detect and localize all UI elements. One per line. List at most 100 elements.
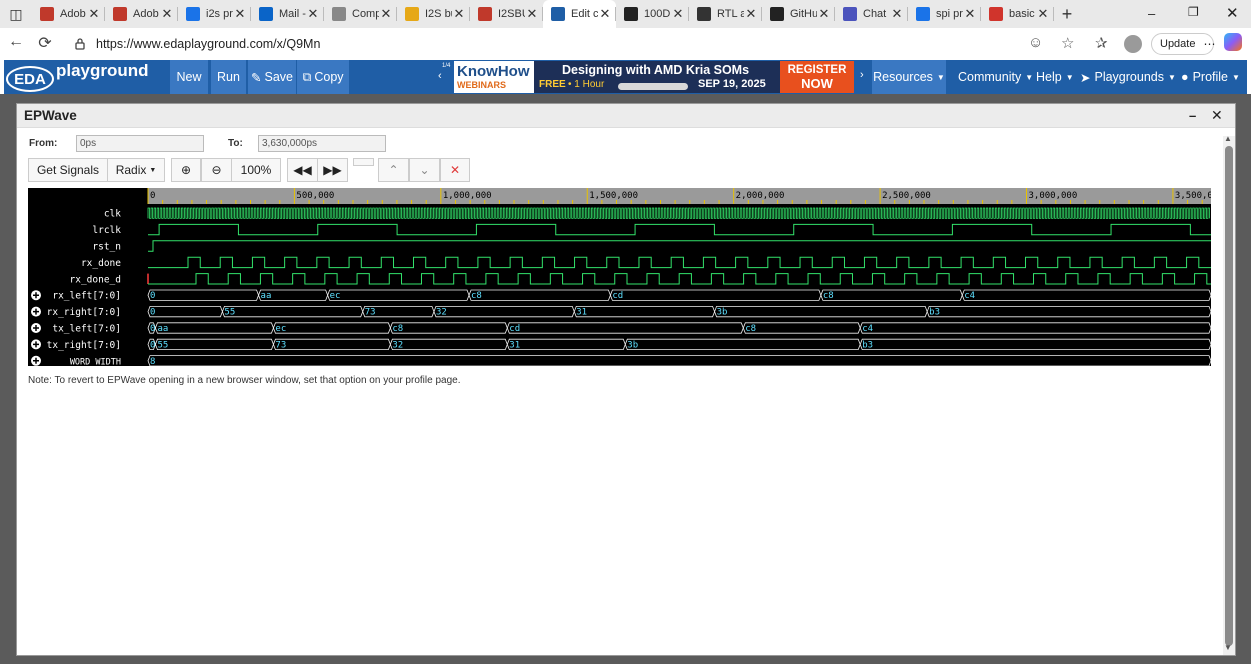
expand-plus-icon[interactable]: [31, 355, 41, 366]
signal-name[interactable]: rx_right[7:0]: [47, 307, 121, 318]
bus-value: 32: [392, 340, 403, 350]
browser-tab[interactable]: basic ✕: [981, 0, 1054, 28]
browser-tab[interactable]: Adob ✕: [105, 0, 178, 28]
tab-close-icon[interactable]: ✕: [306, 6, 320, 22]
favorite-star-icon[interactable]: ☆: [1061, 34, 1074, 52]
reload-icon[interactable]: ⟳: [30, 33, 60, 53]
vertical-scrollbar[interactable]: ▲ ▼: [1223, 134, 1235, 655]
signal-row[interactable]: clk: [104, 207, 1210, 220]
radix-dropdown[interactable]: Radix ▼: [107, 158, 165, 182]
prev-edge-button[interactable]: ⌃: [378, 158, 409, 182]
minimize-window-button[interactable]: –: [1148, 6, 1155, 21]
zoom-in-button[interactable]: ⊕: [171, 158, 201, 182]
browser-tab[interactable]: Adob ✕: [32, 0, 105, 28]
signal-name[interactable]: WORD_WIDTH: [70, 357, 121, 366]
expand-plus-icon[interactable]: [31, 290, 41, 301]
browser-tab[interactable]: I2SBU✕: [470, 0, 543, 28]
browser-tab[interactable]: Chat ✕: [835, 0, 908, 28]
scroll-up-icon[interactable]: ▲: [1224, 134, 1232, 143]
profile-menu[interactable]: ● Profile ▼: [1181, 60, 1240, 94]
expand-plus-icon[interactable]: [31, 339, 41, 350]
banner-next-icon[interactable]: ›: [860, 69, 864, 81]
jump-end-button[interactable]: ▶▶: [317, 158, 348, 182]
scroll-down-icon[interactable]: ▼: [1224, 643, 1232, 652]
browser-tab[interactable]: spi pr ✕: [908, 0, 981, 28]
tab-close-icon[interactable]: ✕: [379, 6, 393, 22]
from-input[interactable]: 0ps: [76, 135, 204, 152]
browser-tab[interactable]: i2s pr ✕: [178, 0, 251, 28]
save-button[interactable]: ✎ Save: [248, 60, 296, 94]
tab-close-icon[interactable]: ✕: [890, 6, 904, 22]
browser-tab[interactable]: RTL ar✕: [689, 0, 762, 28]
back-icon[interactable]: ←: [1, 33, 31, 51]
minimize-panel-icon[interactable]: –: [1189, 108, 1196, 123]
new-tab-button[interactable]: +: [1054, 4, 1080, 25]
scrollbar-thumb[interactable]: [1225, 146, 1233, 646]
register-line1: REGISTER: [787, 64, 847, 76]
run-button[interactable]: Run: [211, 60, 246, 94]
url-field[interactable]: https://www.edaplayground.com/x/Q9Mn: [66, 32, 1086, 56]
browser-tab[interactable]: Edit c ✕: [543, 0, 616, 28]
signal-name[interactable]: rx_done_d: [70, 274, 121, 285]
playgrounds-menu[interactable]: ➤ Playgrounds ▼: [1080, 60, 1176, 94]
browser-tab[interactable]: 100D ✕: [616, 0, 689, 28]
get-signals-button[interactable]: Get Signals: [28, 158, 108, 182]
bus-value: 32: [436, 308, 447, 318]
signal-name[interactable]: rx_done: [81, 258, 121, 269]
browser-tab[interactable]: Comp ✕: [324, 0, 397, 28]
copilot-icon[interactable]: [1224, 33, 1242, 51]
browser-tab[interactable]: I2S bu✕: [397, 0, 470, 28]
tab-close-icon[interactable]: ✕: [671, 6, 685, 22]
register-now-button[interactable]: REGISTER NOW: [780, 61, 854, 93]
eda-logo[interactable]: EDA playground: [4, 60, 164, 94]
signal-name[interactable]: tx_right[7:0]: [47, 340, 121, 351]
webinar-banner[interactable]: KnowHow WEBINARS Designing with AMD Kria…: [454, 61, 854, 93]
signal-name[interactable]: clk: [104, 209, 121, 220]
tab-close-icon[interactable]: ✕: [87, 6, 101, 22]
tab-close-icon[interactable]: ✕: [233, 6, 247, 22]
banner-prev-icon[interactable]: ‹: [438, 70, 442, 82]
next-edge-button[interactable]: ⌄: [409, 158, 440, 182]
signal-name[interactable]: rx_left[7:0]: [52, 291, 121, 302]
signal-name[interactable]: lrclk: [92, 225, 121, 236]
copy-icon: ⧉: [302, 69, 312, 84]
zoom-level[interactable]: 100%: [231, 158, 281, 182]
community-menu[interactable]: Community ▼: [958, 60, 1033, 94]
to-input[interactable]: 3,630,000ps: [258, 135, 386, 152]
expand-plus-icon[interactable]: [31, 306, 41, 317]
browser-tab[interactable]: Mail - ✕: [251, 0, 324, 28]
jump-start-button[interactable]: ◀◀: [287, 158, 318, 182]
resources-menu[interactable]: Resources ▼: [872, 60, 946, 94]
restore-window-button[interactable]: ❐: [1188, 5, 1199, 19]
eda-navbar: EDA playground New Run ✎ Save ⧉ Copy ‹ 1/4…: [4, 60, 1247, 94]
tab-close-icon[interactable]: ✕: [598, 6, 612, 22]
bus-value: 0: [150, 291, 155, 301]
tab-favicon-icon: [405, 7, 419, 21]
waveform-viewer[interactable]: 0 500,000 1,000,000 1,500,000 2,000,000 2,500…: [28, 188, 1211, 366]
help-menu[interactable]: Help ▼: [1036, 60, 1074, 94]
profile-avatar[interactable]: [1124, 35, 1142, 53]
tab-close-icon[interactable]: ✕: [525, 6, 539, 22]
remove-signal-button[interactable]: ✕: [440, 158, 470, 182]
signal-name[interactable]: tx_left[7:0]: [52, 324, 121, 335]
close-window-button[interactable]: ✕: [1226, 4, 1239, 22]
copy-button[interactable]: ⧉ Copy: [297, 60, 349, 94]
tab-close-icon[interactable]: ✕: [1036, 6, 1050, 22]
tab-close-icon[interactable]: ✕: [963, 6, 977, 22]
tab-close-icon[interactable]: ✕: [452, 6, 466, 22]
zoom-out-button[interactable]: ⊖: [201, 158, 232, 182]
reader-icon[interactable]: ☺: [1028, 34, 1043, 51]
tab-close-icon[interactable]: ✕: [744, 6, 758, 22]
update-button[interactable]: Update ⋯: [1151, 33, 1215, 55]
favorites-icon[interactable]: ✰: [1095, 34, 1108, 52]
browser-tab[interactable]: GitHu ✕: [762, 0, 835, 28]
new-button[interactable]: New: [170, 60, 208, 94]
expand-plus-icon[interactable]: [31, 323, 41, 333]
tab-close-icon[interactable]: ✕: [817, 6, 831, 22]
marker-button[interactable]: [353, 158, 374, 166]
signal-name[interactable]: rst_n: [92, 242, 121, 253]
tab-actions-icon[interactable]: ◫: [0, 6, 32, 23]
close-panel-icon[interactable]: ✕: [1211, 107, 1223, 124]
site-info-icon[interactable]: [72, 36, 88, 52]
tab-close-icon[interactable]: ✕: [160, 6, 174, 22]
